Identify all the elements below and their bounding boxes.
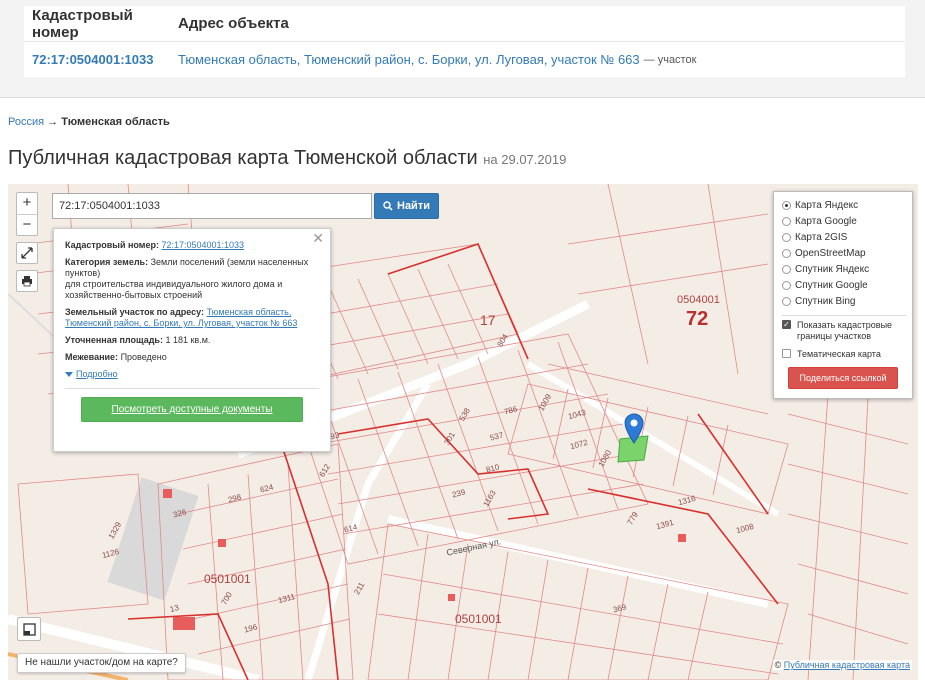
quarter-number-label: 72 [686, 308, 709, 330]
layer-radio[interactable] [782, 264, 791, 274]
col-object-address: Адрес объекта [178, 15, 289, 32]
fullscreen-button[interactable] [16, 242, 38, 264]
caret-down-icon [65, 372, 73, 378]
popup-area-value: 1 181 кв.м. [165, 335, 211, 345]
more-details-link[interactable]: Подробно [65, 369, 118, 379]
layer-radio[interactable] [782, 280, 791, 290]
layers-icon [22, 622, 36, 636]
layer-options: Карта Яндекс Карта Google Карта 2GIS OpenSt… [782, 197, 906, 309]
search-icon [383, 201, 393, 211]
zoom-control: + − [16, 192, 38, 236]
layer-radio[interactable] [782, 200, 791, 210]
page-title-text: Публичная кадастровая карта Тюменской об… [8, 147, 478, 169]
layer-switcher: Карта Яндекс Карта Google Карта 2GIS OpenSt… [773, 191, 913, 399]
layer-option-label: OpenStreetMap [795, 247, 866, 259]
popup-survey-value: Проведено [120, 352, 167, 362]
page-title-date: на 29.07.2019 [483, 152, 567, 167]
popup-category-row: Категория земель: Земли поселений (земли… [65, 257, 319, 301]
results-header: Кадастровый номер Адрес объекта [24, 6, 905, 42]
layer-option[interactable]: Карта Яндекс [782, 197, 906, 213]
show-borders-checkbox[interactable]: ✓ [782, 320, 791, 329]
result-address-link[interactable]: Тюменская область, Тюменский район, с. Б… [178, 52, 640, 67]
credit-link[interactable]: Публичная кадастровая карта [784, 660, 910, 670]
layer-radio[interactable] [782, 296, 791, 306]
col-cadastral-number: Кадастровый номер [32, 6, 133, 41]
credit-prefix: © [774, 660, 782, 670]
breadcrumb-arrow: → [47, 116, 59, 128]
layers-divider [782, 315, 906, 316]
layer-radio[interactable] [782, 248, 791, 258]
popup-cadastral-label: Кадастровый номер: [65, 240, 159, 250]
breadcrumb-current: Тюменская область [61, 116, 170, 128]
layer-option[interactable]: Карта Google [782, 213, 906, 229]
thematic-label: Тематическая карта [797, 349, 881, 359]
layer-option-label: Карта Яндекс [795, 199, 859, 211]
result-cadastral-link[interactable]: 72:17:0504001:1033 [24, 52, 178, 67]
parcel-info-popup: ✕ Кадастровый номер: 72:17:0504001:1033 … [53, 228, 331, 452]
results-band: Кадастровый номер Адрес объекта 72:17:05… [0, 0, 925, 98]
find-button-label: Найти [397, 200, 430, 212]
layer-option[interactable]: Спутник Google [782, 277, 906, 293]
layer-option[interactable]: Спутник Яндекс [782, 261, 906, 277]
table-row: 72:17:0504001:1033 Тюменская область, Тю… [24, 42, 905, 77]
popup-category-label: Категория земель: [65, 257, 149, 267]
popup-address-row: Земельный участок по адресу: Тюменская о… [65, 307, 319, 329]
breadcrumb: Россия → Тюменская область [8, 116, 170, 128]
popup-cadastral-row: Кадастровый номер: 72:17:0504001:1033 [65, 240, 319, 251]
zoom-in-button[interactable]: + [17, 193, 37, 214]
layer-option-label: Спутник Яндекс [795, 263, 870, 275]
show-borders-option[interactable]: ✓ Показать кадастровые границы участков [782, 320, 906, 342]
layer-radio[interactable] [782, 216, 791, 226]
popup-cadastral-link[interactable]: 72:17:0504001:1033 [161, 240, 244, 250]
printer-icon [22, 276, 32, 287]
page-title: Публичная кадастровая карта Тюменской об… [8, 147, 566, 170]
view-documents-button[interactable]: Посмотреть доступные документы [81, 397, 303, 422]
not-found-button[interactable]: Не нашли участок/дом на карте? [17, 653, 186, 673]
layer-option-label: Карта Google [795, 215, 857, 227]
results-table: Кадастровый номер Адрес объекта 72:17:05… [24, 6, 905, 77]
popup-divider [65, 388, 319, 389]
layer-option-label: Спутник Google [795, 279, 868, 291]
close-icon[interactable]: ✕ [312, 231, 324, 245]
block-label-b: 0501001 [455, 612, 502, 626]
layer-radio[interactable] [782, 232, 791, 242]
quarter-17-label: 17 [480, 312, 496, 328]
cadastral-map[interactable]: 0504001 72 17 0501001 0501001 Северная у… [8, 184, 918, 680]
quarter-code-label: 0504001 [677, 294, 720, 306]
popup-address-label: Земельный участок по адресу: [65, 307, 205, 317]
basemap-toggle-button[interactable] [17, 617, 41, 641]
popup-use-value: для строительства индивидуального жилого… [65, 279, 283, 300]
layer-option-label: Спутник Bing [795, 295, 856, 307]
print-button[interactable] [16, 270, 38, 292]
layer-option[interactable]: Спутник Bing [782, 293, 906, 309]
share-link-button[interactable]: Поделиться ссылкой [788, 367, 898, 389]
popup-area-label: Уточненная площадь: [65, 335, 163, 345]
layer-option-label: Карта 2GIS [795, 231, 848, 243]
thematic-checkbox[interactable] [782, 349, 791, 358]
expand-icon [21, 247, 33, 259]
popup-survey-row: Межевание: Проведено [65, 352, 319, 363]
layer-option[interactable]: Карта 2GIS [782, 229, 906, 245]
thematic-option[interactable]: Тематическая карта [782, 349, 906, 360]
result-type: — участок [643, 53, 697, 66]
show-borders-label: Показать кадастровые границы участков [797, 320, 893, 341]
location-pin-icon[interactable] [623, 412, 645, 444]
breadcrumb-russia[interactable]: Россия [8, 116, 44, 128]
cadastral-search-input[interactable] [52, 193, 372, 219]
more-details-label: Подробно [76, 369, 118, 379]
popup-area-row: Уточненная площадь: 1 181 кв.м. [65, 335, 319, 346]
popup-survey-label: Межевание: [65, 352, 119, 362]
zoom-out-button[interactable]: − [17, 214, 37, 235]
find-button[interactable]: Найти [374, 193, 439, 219]
layer-option[interactable]: OpenStreetMap [782, 245, 906, 261]
map-credit: © Публичная кадастровая карта [772, 660, 912, 670]
block-label-a: 0501001 [204, 572, 251, 586]
